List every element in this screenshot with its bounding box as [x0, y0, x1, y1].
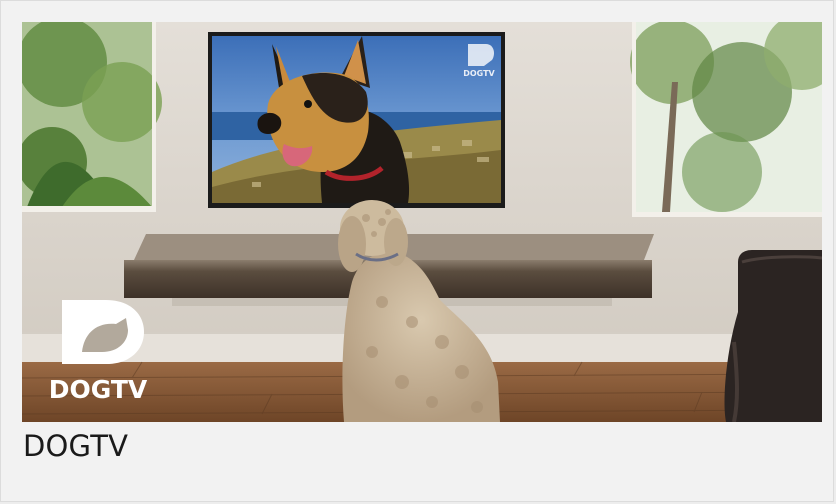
thumbnail-scene: DOGTV DOGTV	[22, 22, 822, 422]
tv-logo-text: DOGTV	[463, 69, 495, 78]
right-window	[630, 22, 822, 217]
video-card[interactable]: DOGTV DOGTV DOGTV	[0, 0, 834, 502]
video-title[interactable]: DOGTV	[23, 429, 128, 463]
television: DOGTV	[208, 32, 505, 208]
dogtv-logo-text: DOGTV	[49, 375, 148, 404]
armchair	[724, 250, 822, 422]
dogtv-logo-icon	[62, 300, 144, 364]
left-window	[22, 22, 162, 212]
video-thumbnail[interactable]: DOGTV DOGTV	[22, 22, 822, 422]
